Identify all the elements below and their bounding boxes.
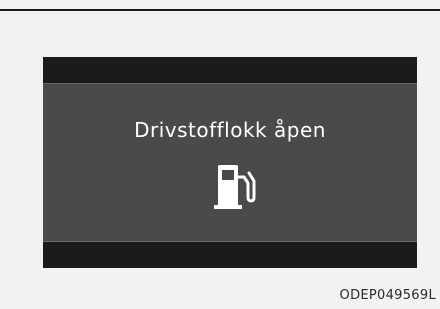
top-divider (0, 9, 440, 11)
fuel-pump-icon-graphic (214, 165, 256, 209)
warning-screen: Drivstofflokk åpen (43, 83, 417, 242)
figure-frame: Drivstofflokk åpen ODEP049569L (0, 0, 440, 309)
figure-code: ODEP049569L (339, 288, 436, 303)
fuel-pump-icon (214, 163, 258, 211)
warning-message: Drivstofflokk åpen (134, 118, 326, 142)
cluster-display: Drivstofflokk åpen (43, 57, 417, 268)
